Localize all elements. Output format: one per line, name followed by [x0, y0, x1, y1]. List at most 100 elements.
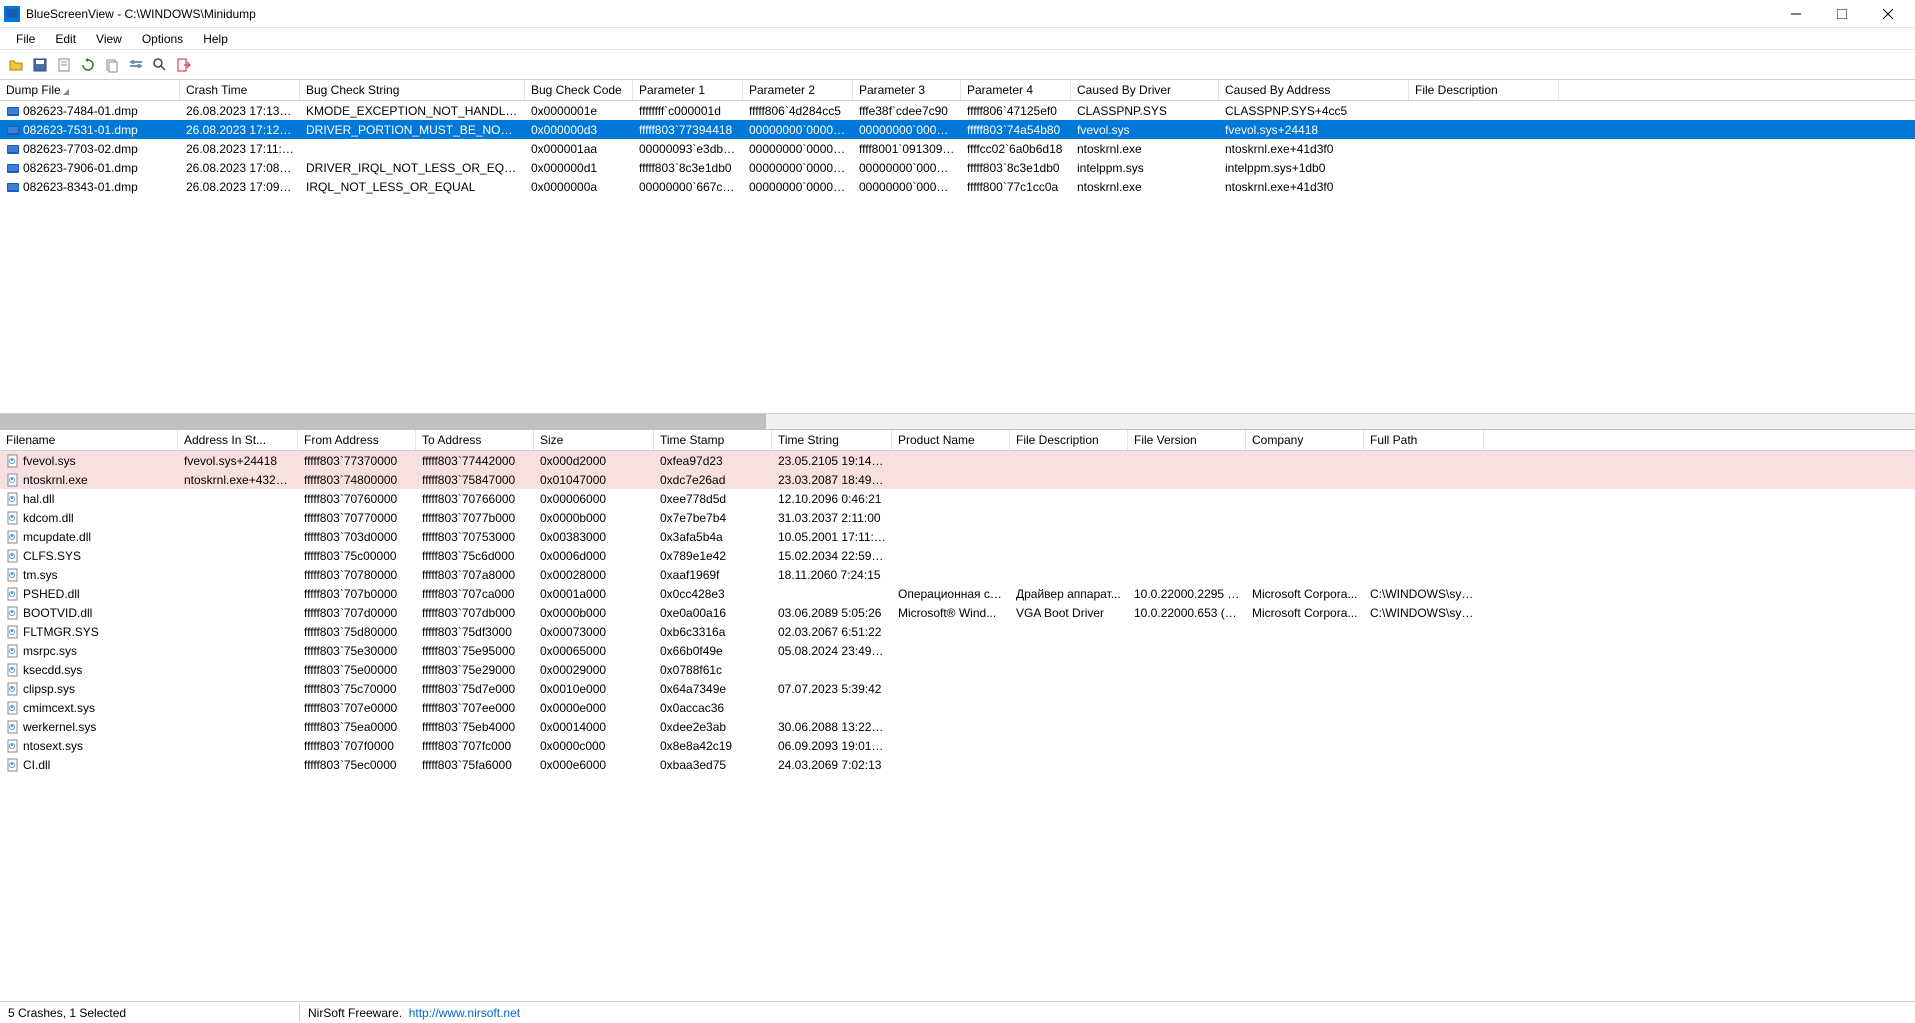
driver-cell — [1128, 536, 1246, 538]
driver-row[interactable]: CI.dllfffff803`75ec0000fffff803`75fa6000… — [0, 755, 1915, 774]
driver-cell: fffff803`75c70000 — [298, 681, 416, 697]
driver-column-header[interactable]: Full Path — [1364, 430, 1484, 450]
driver-cell — [1246, 517, 1364, 519]
dump-row[interactable]: 082623-7484-01.dmp26.08.2023 17:13:18KMO… — [0, 101, 1915, 120]
driver-row[interactable]: ksecdd.sysfffff803`75e00000fffff803`75e2… — [0, 660, 1915, 679]
driver-row[interactable]: cmimcext.sysfffff803`707e0000fffff803`70… — [0, 698, 1915, 717]
dump-cell: ntoskrnl.exe — [1071, 141, 1219, 157]
save-icon[interactable] — [30, 55, 50, 75]
driver-column-header[interactable]: From Address — [298, 430, 416, 450]
vendor-link[interactable]: http://www.nirsoft.net — [409, 1006, 520, 1020]
driver-cell: fffff803`75e00000 — [298, 662, 416, 678]
driver-cell: 0x3afa5b4a — [654, 529, 772, 545]
driver-row[interactable]: CLFS.SYSfffff803`75c00000fffff803`75c6d0… — [0, 546, 1915, 565]
dump-column-header[interactable]: Caused By Driver — [1071, 80, 1219, 100]
dump-cell: ntoskrnl.exe+41d3f0 — [1219, 179, 1409, 195]
dump-column-header[interactable]: Dump File ◢ — [0, 80, 180, 100]
dump-column-header[interactable]: Parameter 2 — [743, 80, 853, 100]
driver-cell: 0x0000c000 — [534, 738, 654, 754]
driver-cell: fffff803`707b0000 — [298, 586, 416, 602]
menu-view[interactable]: View — [86, 30, 132, 48]
dump-column-header[interactable]: Bug Check String — [300, 80, 525, 100]
dump-row[interactable]: 082623-7703-02.dmp26.08.2023 17:11:130x0… — [0, 139, 1915, 158]
refresh-icon[interactable] — [78, 55, 98, 75]
driver-cell: 0x0000b000 — [534, 605, 654, 621]
menu-file[interactable]: File — [6, 30, 45, 48]
driver-cell: fffff803`707fc000 — [416, 738, 534, 754]
driver-cell: 23.05.2105 19:14:43 — [772, 453, 892, 469]
driver-cell: C:\WINDOWS\syst... — [1364, 586, 1484, 602]
dump-column-header[interactable]: Parameter 3 — [853, 80, 961, 100]
driver-row[interactable]: clipsp.sysfffff803`75c70000fffff803`75d7… — [0, 679, 1915, 698]
dump-cell: fffff803`77394418 — [633, 122, 743, 138]
driver-column-header[interactable]: File Description — [1010, 430, 1128, 450]
dump-cell — [1409, 148, 1559, 150]
menu-options[interactable]: Options — [132, 30, 193, 48]
minimize-button[interactable] — [1773, 0, 1819, 28]
driver-list-pane[interactable]: FilenameAddress In St...From AddressTo A… — [0, 430, 1915, 1001]
dump-column-header[interactable]: File Description — [1409, 80, 1559, 100]
driver-column-header[interactable]: File Version — [1128, 430, 1246, 450]
driver-column-header[interactable]: Time Stamp — [654, 430, 772, 450]
driver-row[interactable]: werkernel.sysfffff803`75ea0000fffff803`7… — [0, 717, 1915, 736]
copy-icon[interactable] — [102, 55, 122, 75]
dump-icon — [6, 104, 20, 118]
driver-row[interactable]: tm.sysfffff803`70780000fffff803`707a8000… — [0, 565, 1915, 584]
dump-list-pane[interactable]: Dump File ◢Crash TimeBug Check StringBug… — [0, 80, 1915, 430]
driver-row[interactable]: mcupdate.dllfffff803`703d0000fffff803`70… — [0, 527, 1915, 546]
driver-row[interactable]: ntoskrnl.exentoskrnl.exe+432769fffff803`… — [0, 470, 1915, 489]
driver-cell — [892, 688, 1010, 690]
dump-column-header[interactable]: Parameter 1 — [633, 80, 743, 100]
driver-column-header[interactable]: Size — [534, 430, 654, 450]
driver-row[interactable]: hal.dllfffff803`70760000fffff803`7076600… — [0, 489, 1915, 508]
driver-cell: FLTMGR.SYS — [0, 624, 178, 640]
driver-row[interactable]: ntosext.sysfffff803`707f0000fffff803`707… — [0, 736, 1915, 755]
driver-column-header[interactable]: Product Name — [892, 430, 1010, 450]
dump-row[interactable]: 082623-7906-01.dmp26.08.2023 17:08:52DRI… — [0, 158, 1915, 177]
driver-row[interactable]: FLTMGR.SYSfffff803`75d80000fffff803`75df… — [0, 622, 1915, 641]
find-icon[interactable] — [150, 55, 170, 75]
properties-icon[interactable] — [54, 55, 74, 75]
driver-cell — [892, 479, 1010, 481]
file-icon — [6, 549, 20, 563]
exit-icon[interactable] — [174, 55, 194, 75]
driver-column-header[interactable]: Company — [1246, 430, 1364, 450]
dump-row[interactable]: 082623-7531-01.dmp26.08.2023 17:12:48DRI… — [0, 120, 1915, 139]
dump-cell: fffff806`47125ef0 — [961, 103, 1071, 119]
driver-cell — [892, 555, 1010, 557]
dump-column-header[interactable]: Caused By Address — [1219, 80, 1409, 100]
driver-row[interactable]: PSHED.dllfffff803`707b0000fffff803`707ca… — [0, 584, 1915, 603]
driver-row[interactable]: fvevol.sysfvevol.sys+24418fffff803`77370… — [0, 451, 1915, 470]
dump-column-header[interactable]: Parameter 4 — [961, 80, 1071, 100]
driver-row[interactable]: kdcom.dllfffff803`70770000fffff803`7077b… — [0, 508, 1915, 527]
dump-cell: 00000000`000000... — [853, 122, 961, 138]
horizontal-scrollbar[interactable] — [0, 413, 1915, 429]
maximize-button[interactable] — [1819, 0, 1865, 28]
dump-cell: 00000000`000000ff — [743, 160, 853, 176]
dump-cell: IRQL_NOT_LESS_OR_EQUAL — [300, 179, 525, 195]
open-icon[interactable] — [6, 55, 26, 75]
dump-cell: 082623-7531-01.dmp — [0, 122, 180, 138]
dump-column-header[interactable]: Bug Check Code — [525, 80, 633, 100]
driver-cell — [178, 593, 298, 595]
driver-row[interactable]: msrpc.sysfffff803`75e30000fffff803`75e95… — [0, 641, 1915, 660]
dump-column-header[interactable]: Crash Time — [180, 80, 300, 100]
driver-cell — [1364, 650, 1484, 652]
options-icon[interactable] — [126, 55, 146, 75]
driver-cell: 06.09.2093 19:01:45 — [772, 738, 892, 754]
dump-cell: 082623-7703-02.dmp — [0, 141, 180, 157]
dump-row[interactable]: 082623-8343-01.dmp26.08.2023 17:09:52IRQ… — [0, 177, 1915, 196]
driver-cell — [892, 745, 1010, 747]
driver-column-header[interactable]: Address In St... — [178, 430, 298, 450]
driver-column-header[interactable]: Time String — [772, 430, 892, 450]
file-icon — [6, 606, 20, 620]
driver-column-header[interactable]: Filename — [0, 430, 178, 450]
close-button[interactable] — [1865, 0, 1911, 28]
menu-edit[interactable]: Edit — [45, 30, 86, 48]
menu-help[interactable]: Help — [193, 30, 238, 48]
driver-column-header[interactable]: To Address — [416, 430, 534, 450]
file-icon — [6, 720, 20, 734]
dump-cell — [1409, 110, 1559, 112]
driver-row[interactable]: BOOTVID.dllfffff803`707d0000fffff803`707… — [0, 603, 1915, 622]
dump-icon — [6, 142, 20, 156]
